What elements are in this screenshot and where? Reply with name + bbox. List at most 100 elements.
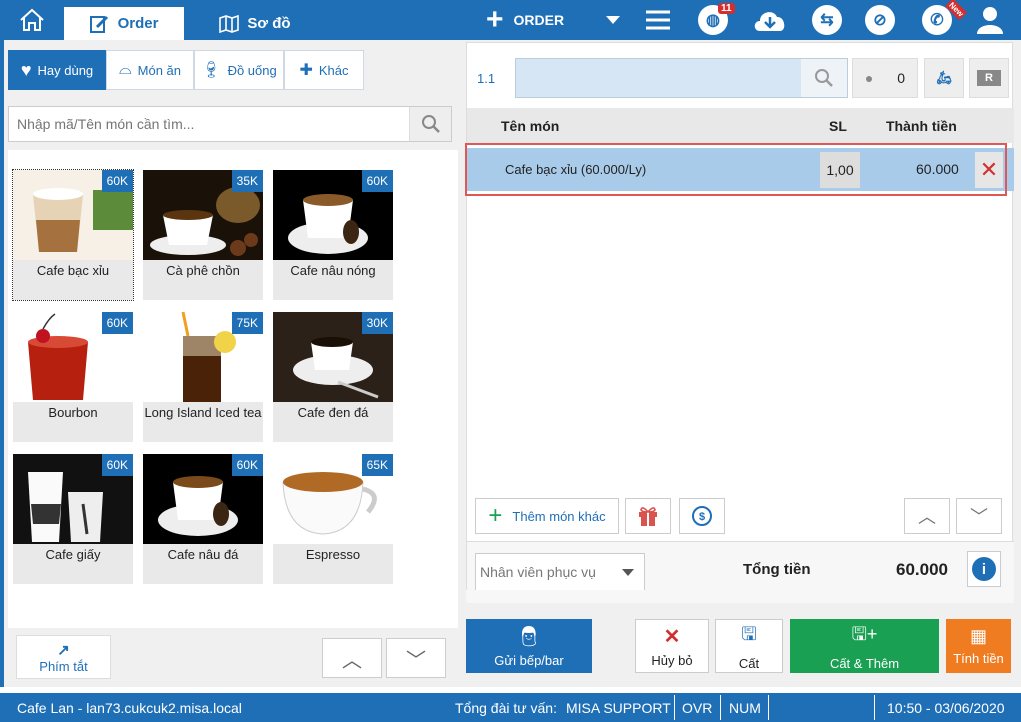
menu-button[interactable] <box>646 0 670 40</box>
person-icon: ● <box>864 70 874 86</box>
delivery-button[interactable]: 🛵︎ <box>924 58 964 98</box>
order-search-box[interactable] <box>515 58 848 98</box>
price-badge: 65K <box>361 454 393 476</box>
menu-scroll-down-button[interactable]: ﹀ <box>386 638 446 678</box>
info-button[interactable]: i <box>967 551 1001 587</box>
price-badge: 60K <box>231 454 263 476</box>
caret-down-icon <box>606 16 620 24</box>
calc-label: Tính tiền <box>953 651 1004 666</box>
order-line-amount: 60.000 <box>916 161 959 177</box>
location-off-button[interactable]: ⊘ <box>865 0 895 40</box>
staff-select[interactable]: Nhân viên phục vụ <box>475 553 645 591</box>
price-badge: 60K <box>101 170 133 192</box>
info-icon: i <box>972 557 996 581</box>
send-kitchen-button[interactable]: 👨︎ Gửi bếp/bar <box>466 619 592 673</box>
shortcut-button[interactable]: ↗ Phím tắt <box>16 635 111 679</box>
search-box <box>8 106 452 142</box>
save-and-add-button[interactable]: 🖫︎+ Cất & Thêm <box>790 619 939 673</box>
order-search-button[interactable] <box>801 59 847 97</box>
search-icon <box>421 115 440 133</box>
total-value: 60.000 <box>896 560 948 579</box>
guest-count: 0 <box>897 70 906 86</box>
checkout-button[interactable]: ▦ Tính tiền <box>946 619 1011 673</box>
chevron-down-icon: ﹀ <box>406 649 426 672</box>
category-other[interactable]: ✚ Khác <box>284 50 364 90</box>
reserve-button[interactable]: R <box>969 58 1009 98</box>
food-cloche-icon: ⌓ <box>118 61 132 78</box>
item-name: Cafe đen đá <box>297 405 369 420</box>
shortcut-label: Phím tắt <box>39 658 88 674</box>
plus-icon: + <box>488 502 503 529</box>
menu-item[interactable]: 35K Cà phê chồn <box>143 170 263 300</box>
order-scroll-down-button[interactable]: ﹀ <box>956 498 1002 534</box>
divider <box>720 695 721 720</box>
download-button[interactable] <box>752 0 788 40</box>
category-label: Món ăn <box>137 62 182 78</box>
order-dropdown-button[interactable] <box>606 0 620 40</box>
sync-button[interactable]: ⇆ <box>812 0 842 40</box>
menu-item[interactable]: 60K Cafe nâu nóng <box>273 170 393 300</box>
menu-panel: ♥ Hay dùng ⌓ Món ăn 🍷︎ Đồ uống ✚ Khác 60… <box>0 40 458 687</box>
calculator-icon: ▦ <box>969 626 987 646</box>
tab-order[interactable]: Order <box>64 7 184 40</box>
user-icon <box>977 7 1003 34</box>
add-other-label: Thêm món khác <box>512 508 606 524</box>
close-icon: ✕ <box>979 157 999 182</box>
order-scroll-up-button[interactable]: ︿ <box>904 498 950 534</box>
chevron-up-icon: ︿ <box>918 507 936 527</box>
promotion-button[interactable] <box>625 498 671 534</box>
category-favorites[interactable]: ♥ Hay dùng <box>8 50 106 90</box>
chef-icon: 👨︎ <box>516 626 542 648</box>
menu-item[interactable]: 60K Cafe bạc xỉu <box>12 169 134 301</box>
hotline-label: Tổng đài tư vấn: <box>455 700 557 716</box>
category-drinks[interactable]: 🍷︎ Đồ uống <box>194 50 284 90</box>
hotline-value: MISA SUPPORT <box>566 700 671 716</box>
add-other-item-button[interactable]: + Thêm món khác <box>475 498 619 534</box>
delete-line-button[interactable]: ✕ <box>975 152 1003 188</box>
divider <box>874 695 875 720</box>
menu-item[interactable]: 65K Espresso <box>273 454 393 584</box>
menu-scroll-up-button[interactable]: ︿ <box>322 638 382 678</box>
divider <box>768 695 769 720</box>
location-off-icon: ⊘ <box>865 5 895 35</box>
wine-glass-icon: 🍷︎ <box>201 62 222 79</box>
item-name: Cafe nâu đá <box>167 547 239 562</box>
notification-button[interactable]: ◍ 11 <box>698 0 735 40</box>
menu-item[interactable]: 60K Cafe nâu đá <box>143 454 263 584</box>
search-input[interactable] <box>9 107 409 141</box>
support-call-button[interactable]: ✆ New <box>922 0 968 40</box>
cancel-order-button[interactable]: ✕ Hủy bỏ <box>635 619 709 673</box>
header-item-name: Tên món <box>501 118 560 134</box>
add-order-button[interactable]: + ORDER <box>486 0 564 40</box>
category-food[interactable]: ⌓ Món ăn <box>106 50 194 90</box>
user-button[interactable] <box>976 0 1004 40</box>
order-line-row[interactable]: Cafe bạc xỉu (60.000/Ly) 1,00 60.000 ✕ <box>465 143 1014 196</box>
order-table-header: Tên món SL Thành tiền <box>467 108 1014 143</box>
search-button[interactable] <box>409 107 451 141</box>
guest-count-button[interactable]: ● 0 <box>852 58 918 98</box>
order-line-qty[interactable]: 1,00 <box>820 152 860 188</box>
menu-item[interactable]: 60K Cafe giấy <box>13 454 133 584</box>
category-label: Đồ uống <box>227 62 277 78</box>
item-name: Espresso <box>305 547 361 562</box>
menu-item[interactable]: 75K Long Island Iced tea <box>143 312 263 442</box>
item-name: Cafe giấy <box>45 547 101 562</box>
tab-map[interactable]: Sơ đồ <box>210 7 300 40</box>
table-number: 1.1 <box>477 71 496 86</box>
order-card: 1.1 ● 0 🛵︎ R Tên món SL Thành tiền Cafe … <box>465 42 1014 603</box>
hamburger-icon <box>646 10 670 30</box>
save-order-button[interactable]: 🖫︎ Cất <box>715 619 783 673</box>
datetime: 10:50 - 03/06/2020 <box>887 700 1005 716</box>
price-badge: 30K <box>361 312 393 334</box>
gift-icon <box>639 507 657 526</box>
order-line-name: Cafe bạc xỉu (60.000/Ly) <box>505 162 647 177</box>
menu-item[interactable]: 60K Bourbon <box>13 312 133 442</box>
send-label: Gửi bếp/bar <box>494 653 564 668</box>
home-button[interactable] <box>14 0 50 40</box>
menu-item[interactable]: 30K Cafe đen đá <box>273 312 393 442</box>
tab-map-label: Sơ đồ <box>247 15 291 32</box>
num-indicator: NUM <box>729 700 761 716</box>
close-icon: ✕ <box>663 626 681 648</box>
item-name: Bourbon <box>48 405 98 420</box>
discount-button[interactable]: $ <box>679 498 725 534</box>
